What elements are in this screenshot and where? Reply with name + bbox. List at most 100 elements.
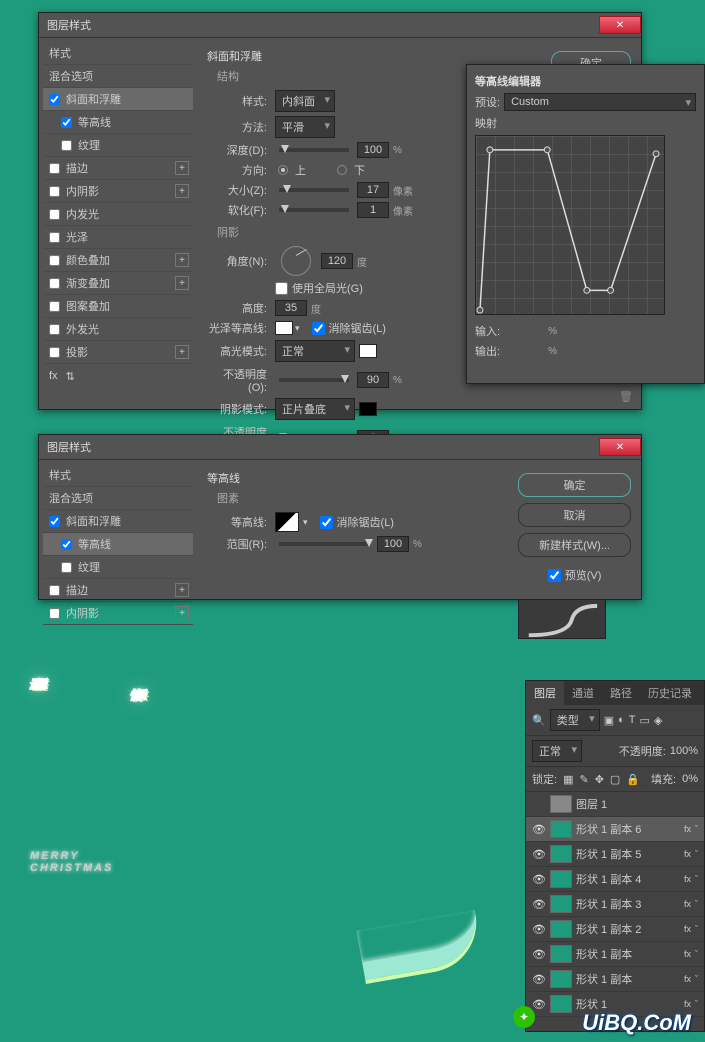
blend-options[interactable]: 混合选项 bbox=[43, 487, 193, 510]
highlight-mode-dropdown[interactable]: 正常 bbox=[275, 340, 355, 362]
close-button[interactable]: ✕ bbox=[599, 438, 641, 456]
layer-thumb[interactable] bbox=[550, 795, 572, 813]
visibility-icon[interactable]: 👁 bbox=[532, 823, 546, 836]
gradient-overlay-item[interactable]: 渐变叠加+ bbox=[43, 272, 193, 295]
stroke-item[interactable]: 描边+ bbox=[43, 579, 193, 602]
add-icon[interactable]: + bbox=[175, 345, 189, 359]
gloss-contour-swatch[interactable] bbox=[275, 321, 293, 335]
lock-artboard-icon[interactable]: ▢ bbox=[610, 773, 620, 786]
lock-pixels-icon[interactable]: ▦ bbox=[563, 773, 573, 786]
lock-brush-icon[interactable]: ✎ bbox=[579, 773, 588, 786]
pattern-overlay-checkbox[interactable] bbox=[49, 301, 60, 312]
visibility-icon[interactable]: 👁 bbox=[532, 973, 546, 986]
chevron-icon[interactable]: ˇ bbox=[695, 824, 698, 834]
highlight-opacity-input[interactable]: 90 bbox=[357, 372, 389, 388]
up-down-icon[interactable]: ⇅ bbox=[66, 370, 75, 383]
fx-icon[interactable]: fx bbox=[49, 370, 58, 383]
visibility-icon[interactable]: 👁 bbox=[532, 948, 546, 961]
opacity-value[interactable]: 100% bbox=[670, 745, 698, 757]
layer-row[interactable]: 👁形状 1 副本fxˇ bbox=[526, 942, 704, 967]
fx-badge[interactable]: fx bbox=[684, 874, 691, 884]
fx-badge[interactable]: fx bbox=[684, 899, 691, 909]
down-radio[interactable] bbox=[337, 165, 347, 175]
layer-thumb[interactable] bbox=[550, 945, 572, 963]
satin-checkbox[interactable] bbox=[49, 232, 60, 243]
layer-row[interactable]: 图层 1 bbox=[526, 792, 704, 817]
add-icon[interactable]: + bbox=[175, 253, 189, 267]
styles-header[interactable]: 样式 bbox=[43, 42, 193, 65]
inner-glow-checkbox[interactable] bbox=[49, 209, 60, 220]
bevel-checkbox[interactable] bbox=[49, 94, 60, 105]
drop-shadow-checkbox[interactable] bbox=[49, 347, 60, 358]
blend-mode-dropdown[interactable]: 正常 bbox=[532, 740, 582, 762]
color-overlay-item[interactable]: 颜色叠加+ bbox=[43, 249, 193, 272]
tab-layers[interactable]: 图层 bbox=[526, 681, 564, 705]
altitude-input[interactable]: 35 bbox=[275, 300, 307, 316]
contour-swatch[interactable] bbox=[275, 512, 299, 532]
texture-item[interactable]: 纹理 bbox=[43, 134, 193, 157]
layer-thumb[interactable] bbox=[550, 820, 572, 838]
filter-shape-icon[interactable]: ▭ bbox=[640, 714, 650, 727]
fx-badge[interactable]: fx bbox=[684, 824, 691, 834]
visibility-icon[interactable]: 👁 bbox=[532, 848, 546, 861]
layer-row[interactable]: 👁形状 1 副本 2fxˇ bbox=[526, 917, 704, 942]
bevel-emboss-item[interactable]: 斜面和浮雕 bbox=[43, 510, 193, 533]
layer-row[interactable]: 👁形状 1 副本 6fxˇ bbox=[526, 817, 704, 842]
visibility-icon[interactable]: 👁 bbox=[532, 923, 546, 936]
fx-badge[interactable]: fx bbox=[684, 949, 691, 959]
fx-badge[interactable]: fx bbox=[684, 999, 691, 1009]
soften-input[interactable]: 1 bbox=[357, 202, 389, 218]
filter-pixel-icon[interactable]: ▣ bbox=[604, 714, 614, 727]
chevron-icon[interactable]: ˇ bbox=[695, 924, 698, 934]
layer-row[interactable]: 👁形状 1 副本fxˇ bbox=[526, 967, 704, 992]
layer-thumb[interactable] bbox=[550, 895, 572, 913]
fx-badge[interactable]: fx bbox=[684, 974, 691, 984]
stroke-checkbox[interactable] bbox=[49, 585, 60, 596]
soften-slider[interactable] bbox=[279, 208, 349, 212]
chevron-icon[interactable]: ˇ bbox=[695, 999, 698, 1009]
chevron-icon[interactable]: ˇ bbox=[695, 974, 698, 984]
preset-dropdown[interactable]: Custom bbox=[504, 93, 696, 111]
drop-shadow-item[interactable]: 投影+ bbox=[43, 341, 193, 364]
trash-icon[interactable]: 🗑 bbox=[619, 390, 633, 403]
contour-item[interactable]: 等高线 bbox=[43, 111, 193, 134]
filter-type-icon[interactable]: T bbox=[629, 714, 636, 726]
satin-item[interactable]: 光泽 bbox=[43, 226, 193, 249]
layer-thumb[interactable] bbox=[550, 845, 572, 863]
fx-badge[interactable]: fx bbox=[684, 849, 691, 859]
depth-input[interactable]: 100 bbox=[357, 142, 389, 158]
titlebar[interactable]: 图层样式 ✕ bbox=[39, 13, 641, 38]
contour-checkbox[interactable] bbox=[61, 539, 72, 550]
texture-item[interactable]: 纹理 bbox=[43, 556, 193, 579]
fill-value[interactable]: 0% bbox=[682, 773, 698, 785]
curve-grid[interactable] bbox=[475, 135, 665, 315]
ok-button[interactable]: 确定 bbox=[518, 473, 631, 497]
color-overlay-checkbox[interactable] bbox=[49, 255, 60, 266]
search-icon[interactable]: 🔍 bbox=[532, 714, 546, 727]
blend-options[interactable]: 混合选项 bbox=[43, 65, 193, 88]
kind-dropdown[interactable]: 类型 bbox=[550, 709, 600, 731]
stroke-item[interactable]: 描边+ bbox=[43, 157, 193, 180]
texture-checkbox[interactable] bbox=[61, 140, 72, 151]
chevron-icon[interactable]: ˇ bbox=[695, 899, 698, 909]
layer-thumb[interactable] bbox=[550, 870, 572, 888]
range-input[interactable]: 100 bbox=[377, 536, 409, 552]
gradient-overlay-checkbox[interactable] bbox=[49, 278, 60, 289]
bevel-emboss-item[interactable]: 斜面和浮雕 bbox=[43, 88, 193, 111]
inner-glow-item[interactable]: 内发光 bbox=[43, 203, 193, 226]
inner-shadow-item[interactable]: 内阴影+ bbox=[43, 602, 193, 625]
lock-position-icon[interactable]: ✥ bbox=[595, 773, 604, 786]
outer-glow-checkbox[interactable] bbox=[49, 324, 60, 335]
layer-row[interactable]: 👁形状 1 副本 5fxˇ bbox=[526, 842, 704, 867]
add-icon[interactable]: + bbox=[175, 583, 189, 597]
layer-row[interactable]: 👁形状 1 副本 3fxˇ bbox=[526, 892, 704, 917]
size-slider[interactable] bbox=[279, 188, 349, 192]
contour-checkbox[interactable] bbox=[61, 117, 72, 128]
fx-badge[interactable]: fx bbox=[684, 924, 691, 934]
add-icon[interactable]: + bbox=[175, 184, 189, 198]
highlight-color-swatch[interactable] bbox=[359, 344, 377, 358]
tab-paths[interactable]: 路径 bbox=[602, 681, 640, 705]
styles-header[interactable]: 样式 bbox=[43, 464, 193, 487]
size-input[interactable]: 17 bbox=[357, 182, 389, 198]
new-style-button[interactable]: 新建样式(W)... bbox=[518, 533, 631, 557]
